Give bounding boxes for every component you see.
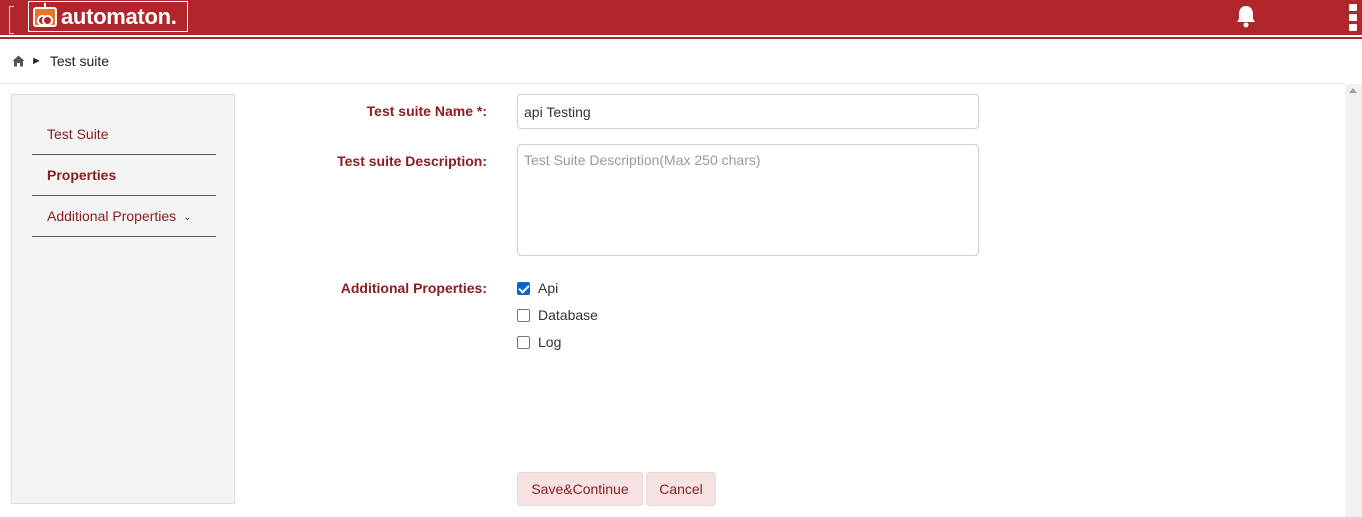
sidebar-item-label: Additional Properties [47, 208, 177, 224]
bell-icon[interactable] [1235, 4, 1257, 28]
brand-name: automaton. [61, 3, 177, 29]
chevron-down-icon: ⌄ [183, 211, 192, 223]
kebab-menu-icon[interactable] [1349, 4, 1359, 34]
cancel-button[interactable]: Cancel [646, 472, 716, 506]
test-suite-description-input[interactable] [517, 144, 979, 256]
top-bar: automaton. [0, 0, 1362, 37]
additional-properties-label: Additional Properties: [340, 280, 487, 296]
test-suite-description-label: Test suite Description: [337, 153, 487, 169]
test-suite-name-input[interactable] [517, 94, 979, 129]
sidebar-item-test-suite[interactable]: Test Suite [32, 114, 216, 155]
robot-logo-icon [33, 2, 57, 27]
sidebar-item-label: Properties [47, 167, 117, 183]
option-label: Api [538, 280, 559, 296]
option-label: Log [538, 334, 562, 350]
save-continue-button[interactable]: Save&Continue [517, 472, 643, 506]
log-checkbox[interactable] [517, 335, 530, 349]
brand-logo[interactable]: automaton. [28, 1, 188, 32]
divider [0, 83, 1345, 84]
test-suite-name-label: Test suite Name *: [366, 103, 487, 119]
database-checkbox[interactable] [517, 308, 530, 322]
sidebar-item-additional-properties[interactable]: Additional Properties ⌄ [32, 196, 216, 237]
option-log[interactable]: Log [517, 333, 561, 351]
top-bar-underline [0, 37, 1362, 39]
breadcrumb-current: Test suite [49, 53, 110, 69]
option-label: Database [538, 307, 598, 323]
option-database[interactable]: Database [517, 306, 598, 324]
api-checkbox[interactable] [517, 281, 530, 295]
breadcrumb: ► Test suite [12, 52, 109, 70]
home-icon[interactable] [12, 55, 25, 67]
sidebar-item-label: Test Suite [47, 126, 109, 142]
menu-bracket [9, 6, 14, 34]
scroll-up-arrow-icon[interactable] [1349, 88, 1357, 93]
option-api[interactable]: Api [517, 279, 558, 297]
scrollbar[interactable] [1345, 84, 1362, 517]
breadcrumb-arrow-icon: ► [31, 55, 42, 67]
